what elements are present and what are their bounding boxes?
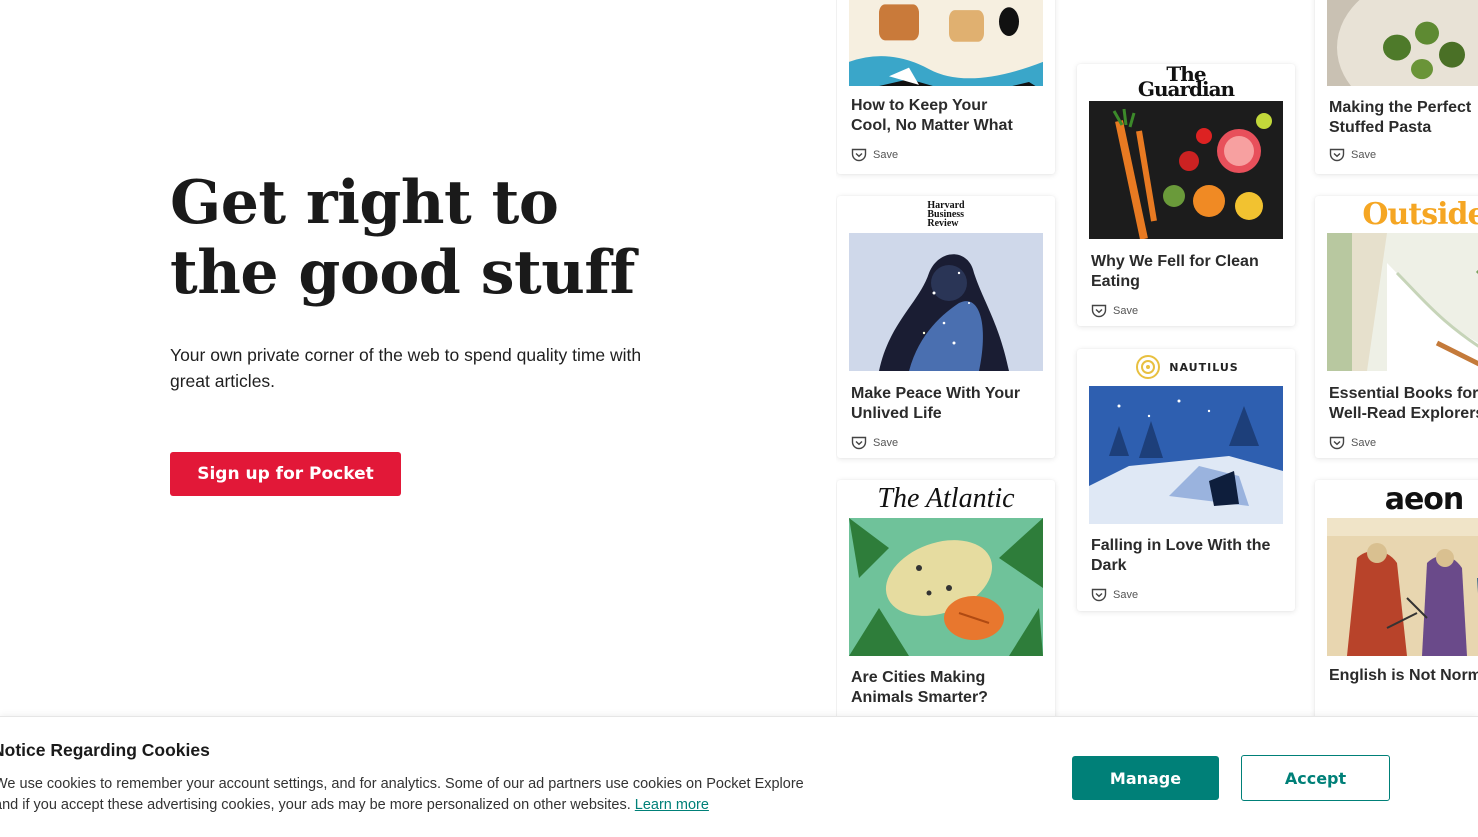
hero-section: Get right to the good stuff Your own pri… <box>170 168 730 394</box>
article-card[interactable]: The Guardian Why We Fell for Clean Eatin… <box>1077 64 1295 326</box>
publisher-logo: Outside <box>1362 196 1478 232</box>
publisher-logo: The Guardian <box>1137 64 1235 101</box>
article-card[interactable]: aeon English is Not Normal <box>1315 480 1478 716</box>
save-button[interactable]: Save <box>1329 148 1376 162</box>
pocket-icon <box>851 148 867 162</box>
hero-subtitle: Your own private corner of the web to sp… <box>170 345 642 391</box>
article-card[interactable]: Outside Essential Books for Well-Read Ex… <box>1315 196 1478 458</box>
save-button[interactable]: Save <box>1091 588 1138 602</box>
article-title[interactable]: How to Keep Your Cool, No Matter What <box>851 96 1047 135</box>
article-card[interactable]: Making the Perfect Stuffed Pasta Save <box>1315 0 1478 174</box>
nautilus-shell-icon <box>1136 355 1161 379</box>
save-button[interactable]: Save <box>851 148 898 162</box>
sign-up-button[interactable]: Sign up for Pocket <box>170 452 401 496</box>
publisher-logo: aeon <box>1384 481 1465 517</box>
publisher-logo: Harvard Business Review <box>927 199 965 229</box>
hero-headline: Get right to the good stuff <box>170 168 730 308</box>
article-title[interactable]: Making the Perfect Stuffed Pasta <box>1329 98 1478 137</box>
cookie-banner-text: We use cookies to remember your account … <box>0 776 804 813</box>
pocket-icon <box>1329 436 1345 450</box>
article-card[interactable]: Harvard Business Review Make Peace With … <box>837 196 1055 458</box>
manage-cookies-button[interactable]: Manage <box>1072 756 1219 800</box>
article-card[interactable]: How to Keep Your Cool, No Matter What Sa… <box>837 0 1055 174</box>
article-grid: How to Keep Your Cool, No Matter What Sa… <box>836 0 1478 716</box>
cookie-banner: Notice Regarding Cookies We use cookies … <box>0 716 1478 837</box>
accept-cookies-button[interactable]: Accept <box>1241 755 1390 801</box>
pocket-icon <box>1329 148 1345 162</box>
save-button[interactable]: Save <box>1329 436 1376 450</box>
article-card[interactable]: NAUTILUS Falling in Love With the Dark S… <box>1077 349 1295 611</box>
article-image <box>1089 101 1283 239</box>
publisher-logo: NAUTILUS <box>1077 349 1295 385</box>
save-button[interactable]: Save <box>1091 304 1138 318</box>
article-title[interactable]: Why We Fell for Clean Eating <box>1091 252 1287 291</box>
article-title[interactable]: Essential Books for Well-Read Explorers <box>1329 384 1478 423</box>
article-image <box>1327 518 1478 656</box>
pocket-icon <box>1091 304 1107 318</box>
article-image <box>1089 386 1283 524</box>
save-button[interactable]: Save <box>851 436 898 450</box>
publisher-logo: The Atlantic <box>877 483 1015 514</box>
article-title[interactable]: Make Peace With Your Unlived Life <box>851 384 1047 423</box>
article-image <box>849 0 1043 86</box>
article-title[interactable]: Are Cities Making Animals Smarter? <box>851 668 1047 707</box>
article-image <box>1327 0 1478 86</box>
article-image <box>849 518 1043 656</box>
article-title[interactable]: English is Not Normal <box>1329 666 1478 686</box>
hero-headline-line-2: the good stuff <box>170 238 635 308</box>
article-title[interactable]: Falling in Love With the Dark <box>1091 536 1287 575</box>
cookie-banner-title: Notice Regarding Cookies <box>0 740 210 760</box>
hero-headline-line-1: Get right to <box>170 168 559 238</box>
pocket-icon <box>851 436 867 450</box>
pocket-icon <box>1091 588 1107 602</box>
learn-more-link[interactable]: Learn more <box>635 797 709 813</box>
article-image <box>1327 233 1478 371</box>
article-card[interactable]: The Atlantic Are Cities Making Animals S… <box>837 480 1055 716</box>
article-image <box>849 233 1043 371</box>
